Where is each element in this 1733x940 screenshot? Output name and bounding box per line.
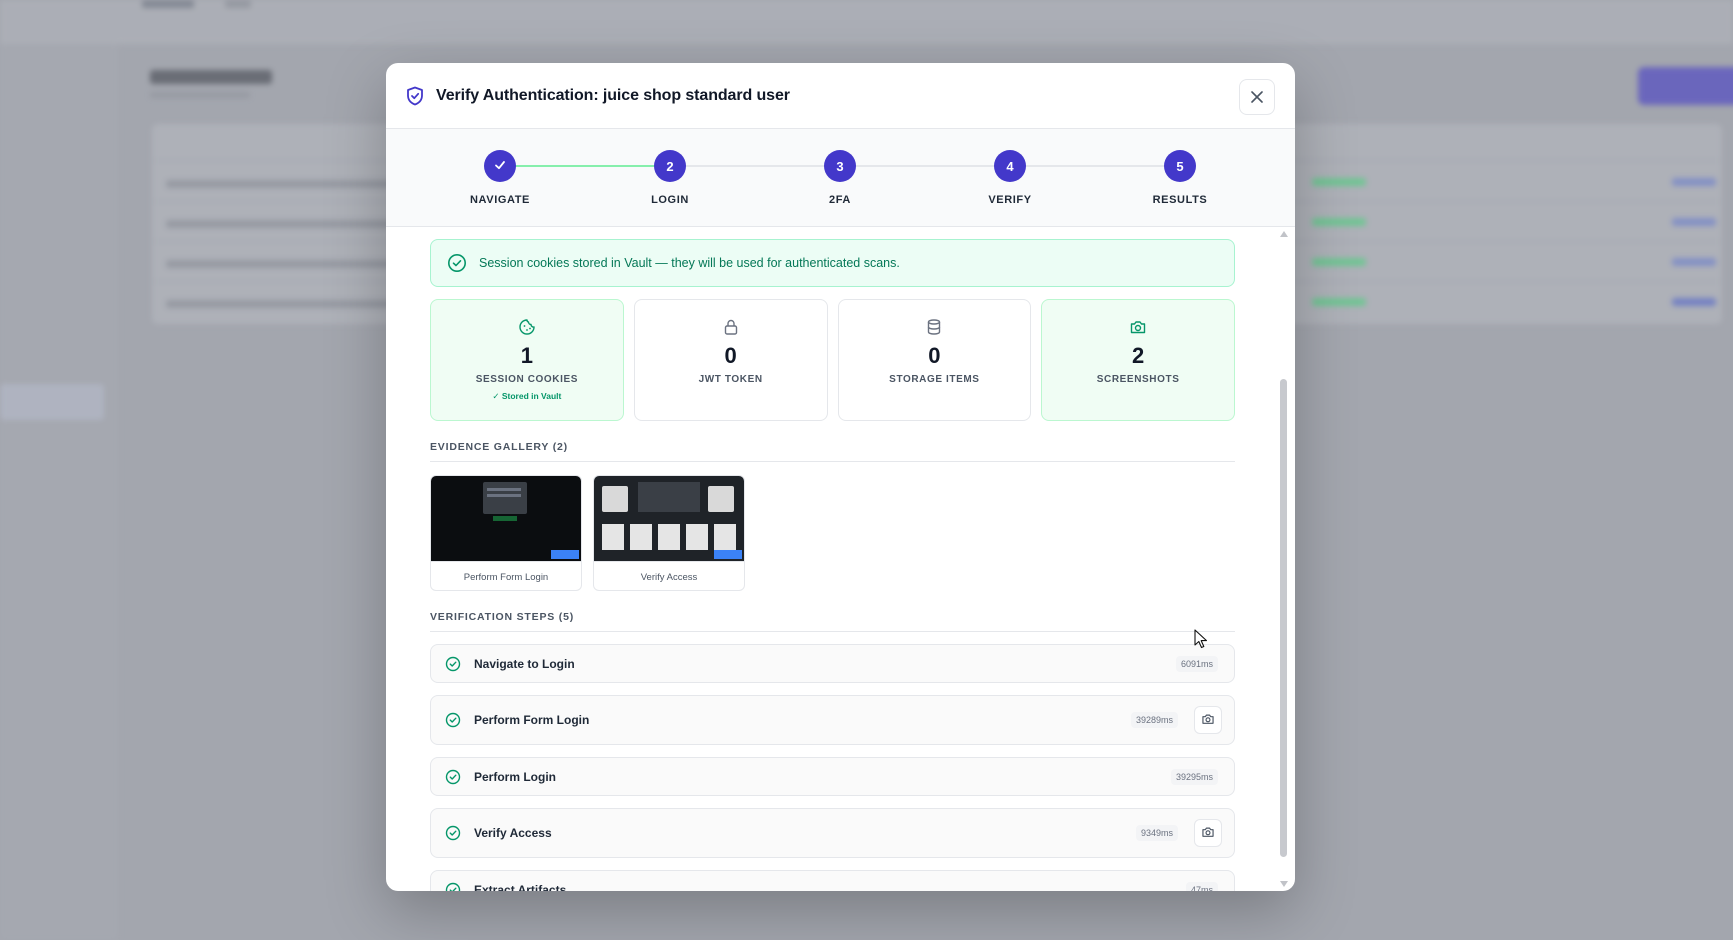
step-label: LOGIN (651, 194, 689, 206)
stat-value: 2 (1132, 343, 1145, 368)
screenshot-image (594, 476, 744, 561)
verification-steps-heading: VERIFICATION STEPS (5) (430, 611, 1235, 632)
step-name: Verify Access (474, 826, 552, 840)
vault-success-alert: Session cookies stored in Vault — they w… (430, 239, 1235, 287)
scrollbar-thumb[interactable] (1280, 379, 1287, 857)
thumbnail-caption: Verify Access (594, 561, 744, 590)
modal-body[interactable]: Session cookies stored in Vault — they w… (386, 227, 1295, 891)
bg-page-title (150, 70, 272, 84)
cookie-icon (431, 318, 623, 336)
progress-stepper: NAVIGATE 2 LOGIN 3 2FA 4 VERIFY 5 RESULT… (386, 129, 1295, 227)
step-duration: 9349ms (1135, 825, 1178, 841)
stat-value: 0 (724, 343, 737, 368)
lock-icon (635, 318, 827, 336)
camera-icon (1042, 318, 1234, 336)
step-dot: 2 (654, 150, 686, 182)
evidence-thumbnail[interactable]: Verify Access (593, 475, 745, 591)
step-dot: 4 (994, 150, 1026, 182)
step-name: Perform Login (474, 769, 557, 784)
step-2fa: 3 2FA (785, 150, 895, 206)
step-dot: 3 (824, 150, 856, 182)
step-verify: 4 VERIFY (955, 150, 1065, 206)
step-login: 2 LOGIN (615, 150, 725, 206)
bg-page-subtitle (150, 92, 250, 98)
scroll-down-arrow[interactable] (1280, 881, 1288, 887)
scroll-up-arrow[interactable] (1280, 231, 1288, 237)
verification-step-row: Navigate to Login 6091ms (430, 644, 1235, 683)
verification-step-row: Extract Artifacts 47ms (430, 870, 1235, 891)
bg-sidebar (0, 44, 118, 940)
modal-header: Verify Authentication: juice shop standa… (386, 63, 1295, 129)
thumbnail-caption: Perform Form Login (431, 561, 581, 590)
stored-in-vault-note: ✓ Stored in Vault (492, 391, 562, 401)
step-dot: 5 (1164, 150, 1196, 182)
step-duration: 47ms (1185, 881, 1218, 891)
close-button[interactable] (1239, 79, 1275, 115)
evidence-gallery: Perform Form Login Verify Access (430, 475, 1235, 591)
step-results: 5 RESULTS (1125, 150, 1235, 206)
step-name: Extract Artifacts (474, 882, 567, 892)
screenshot-image (431, 476, 581, 561)
stat-value: 0 (928, 343, 941, 368)
check-circle-icon (447, 253, 467, 273)
stat-label: JWT TOKEN (698, 374, 763, 385)
close-icon (1251, 87, 1263, 108)
check-circle-icon (445, 712, 461, 728)
step-name: Perform Form Login (474, 713, 590, 727)
check-circle-icon (445, 882, 461, 891)
step-navigate: NAVIGATE (445, 150, 555, 206)
step-duration: 39289ms (1130, 712, 1178, 728)
database-icon (839, 318, 1031, 336)
verification-steps-list: Navigate to Login 6091ms Perform Form Lo… (430, 644, 1235, 891)
step-label: NAVIGATE (469, 194, 530, 206)
check-circle-icon (445, 769, 461, 785)
modal-scrollbar[interactable] (1279, 231, 1288, 887)
shield-check-icon (406, 86, 424, 106)
evidence-gallery-heading: EVIDENCE GALLERY (2) (430, 441, 1235, 462)
step-duration: 39295ms (1170, 768, 1218, 785)
bg-add-button (1638, 67, 1733, 105)
alert-text: Session cookies stored in Vault — they w… (479, 256, 900, 270)
stat-storage-items: 0 STORAGE ITEMS (837, 299, 1032, 421)
stat-label: SCREENSHOTS (1096, 374, 1180, 385)
bg-topbar (0, 0, 1733, 44)
camera-icon (1201, 712, 1215, 729)
step-dot (484, 150, 516, 182)
stat-label: SESSION COOKIES (475, 374, 579, 385)
view-screenshot-button[interactable] (1194, 819, 1222, 847)
verification-step-row: Perform Login 39295ms (430, 757, 1235, 796)
step-label: 2FA (829, 194, 851, 206)
mouse-cursor-icon (1194, 629, 1208, 649)
stat-label: STORAGE ITEMS (889, 374, 980, 385)
camera-icon (1201, 825, 1215, 842)
step-duration: 6091ms (1175, 655, 1218, 672)
verify-auth-modal: Verify Authentication: juice shop standa… (386, 63, 1295, 891)
modal-title: Verify Authentication: juice shop standa… (436, 86, 790, 104)
view-screenshot-button[interactable] (1194, 706, 1222, 734)
stat-value: 1 (520, 343, 533, 368)
check-icon (493, 158, 507, 175)
stat-jwt-token: 0 JWT TOKEN (633, 299, 828, 421)
verification-step-row: Perform Form Login 39289ms (430, 695, 1235, 745)
verification-step-row: Verify Access 9349ms (430, 808, 1235, 858)
step-label: VERIFY (988, 194, 1032, 206)
stats-row: 1 SESSION COOKIES ✓ Stored in Vault 0 JW… (430, 299, 1235, 421)
modal-content: Session cookies stored in Vault — they w… (430, 239, 1235, 891)
stat-screenshots: 2 SCREENSHOTS (1041, 299, 1235, 421)
evidence-thumbnail[interactable]: Perform Form Login (430, 475, 582, 591)
step-label: RESULTS (1152, 194, 1208, 206)
stat-session-cookies: 1 SESSION COOKIES ✓ Stored in Vault (430, 299, 624, 421)
step-name: Navigate to Login (474, 656, 575, 671)
check-circle-icon (445, 656, 461, 672)
check-circle-icon (445, 825, 461, 841)
